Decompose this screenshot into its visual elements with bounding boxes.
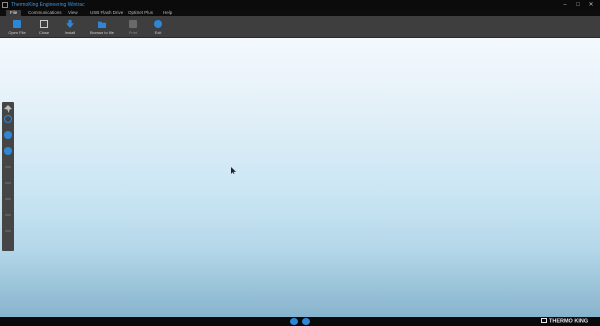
main-workspace xyxy=(0,38,600,317)
link-icon[interactable] xyxy=(4,115,12,123)
status-connect-icon[interactable] xyxy=(290,318,298,325)
minimize-button[interactable]: – xyxy=(560,0,570,10)
window-title: ThermoKing Engineering Wintrac xyxy=(11,2,85,8)
app-icon xyxy=(2,2,8,8)
brand-text: THERMO KING xyxy=(549,318,589,325)
close-button[interactable]: Close xyxy=(32,18,56,36)
install-label: Install xyxy=(64,30,76,35)
open-file-button[interactable]: Open File xyxy=(5,18,29,36)
browse-to-file-button[interactable]: Browse to file xyxy=(90,18,114,36)
exit-icon xyxy=(154,20,162,28)
side-toolbar xyxy=(2,102,14,251)
toolbar-divider xyxy=(5,214,11,216)
toolbar-divider xyxy=(5,230,11,232)
close-window-button[interactable]: ✕ xyxy=(586,0,596,10)
toolbar-divider xyxy=(5,182,11,184)
print-icon xyxy=(129,20,137,28)
maximize-button[interactable]: □ xyxy=(573,0,583,10)
install-button[interactable]: Install xyxy=(58,18,82,36)
exit-label: Exit xyxy=(154,30,162,35)
connect-icon[interactable] xyxy=(4,131,12,139)
toolbar-divider xyxy=(5,166,11,168)
brand-mark-icon xyxy=(541,318,547,323)
status-device-icon[interactable] xyxy=(302,318,310,325)
exit-button[interactable]: Exit xyxy=(146,18,170,36)
close-doc-icon xyxy=(40,20,48,28)
device-icon[interactable] xyxy=(4,147,12,155)
browse-to-file-label: Browse to file xyxy=(89,30,114,35)
pin-icon[interactable] xyxy=(4,105,12,113)
status-bar: THERMO KING xyxy=(0,317,600,326)
toolbar-divider xyxy=(5,198,11,200)
ribbon-toolbar: Open File Close Install Browse to file P… xyxy=(0,16,600,38)
folder-open-icon xyxy=(13,20,21,28)
title-bar: ThermoKing Engineering Wintrac – □ ✕ xyxy=(0,0,600,10)
install-icon xyxy=(66,20,74,28)
brand-logo: THERMO KING xyxy=(541,318,588,325)
browse-folder-icon xyxy=(98,21,106,28)
